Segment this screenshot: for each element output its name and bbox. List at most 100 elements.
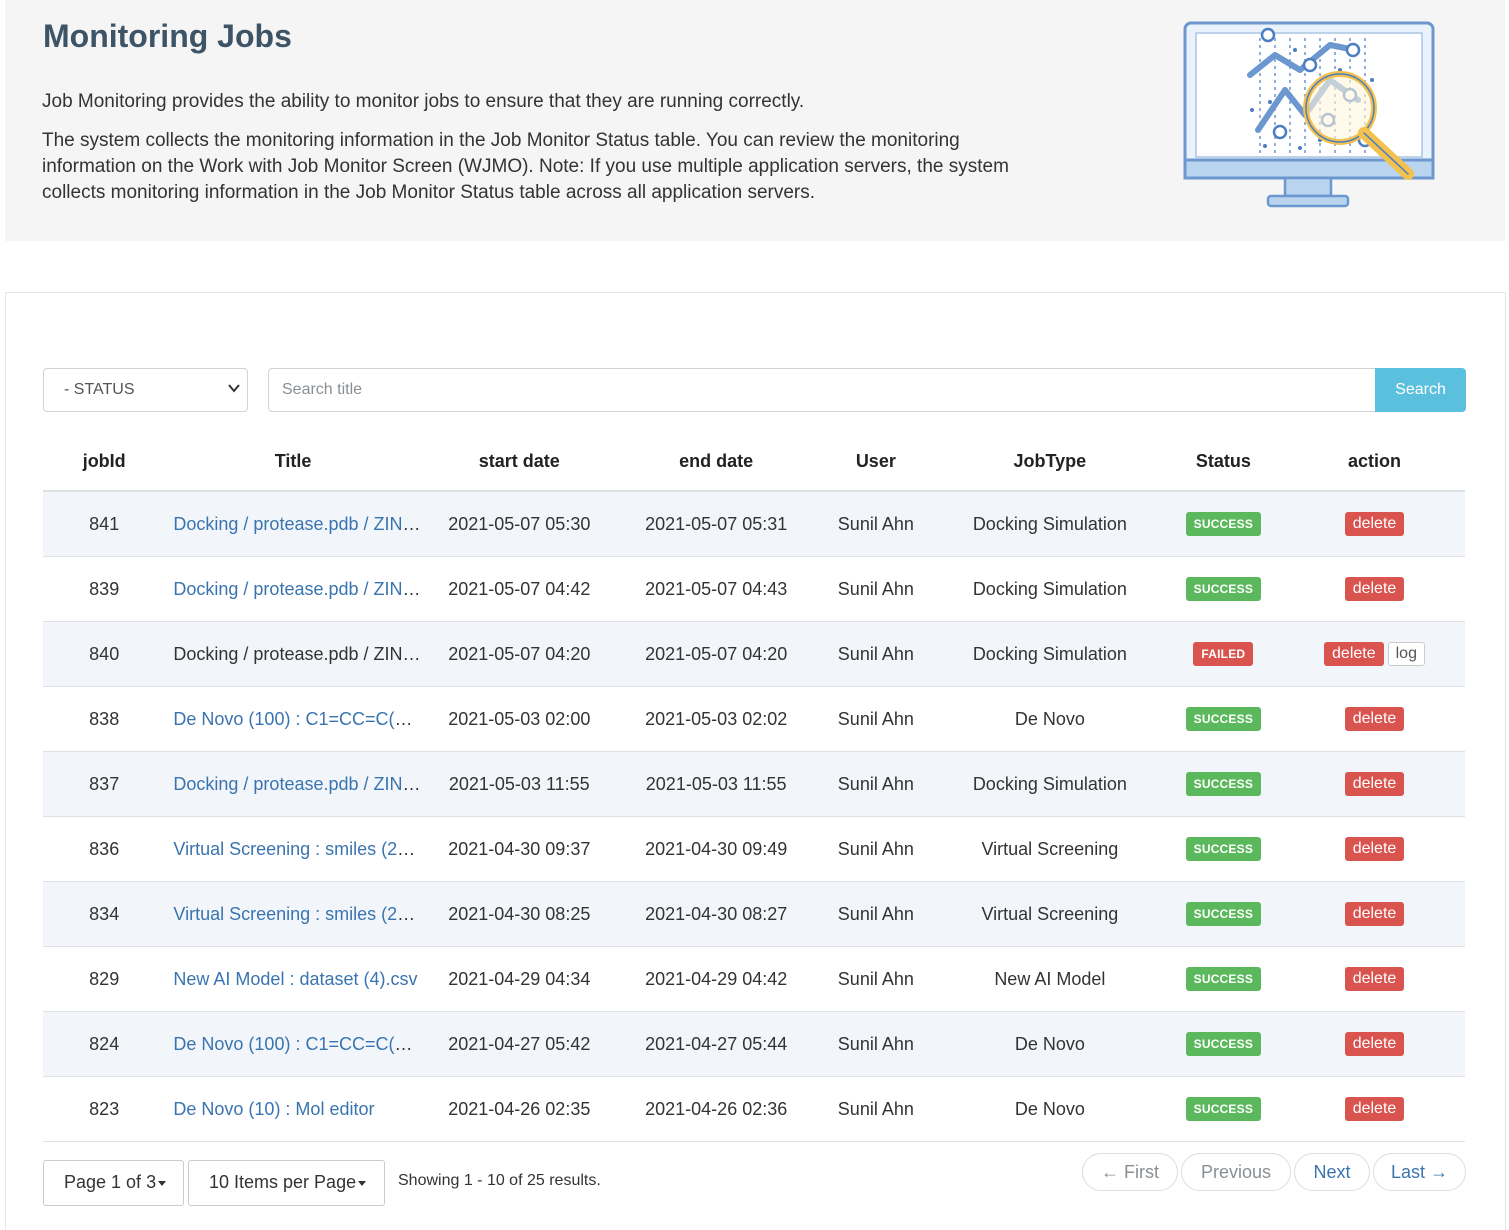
job-title-link[interactable]: Virtual Screening : smiles (2).csv / … [173,839,420,859]
table-row: 834 Virtual Screening : smiles (2).csv /… [43,881,1465,947]
page-title: Monitoring Jobs [43,18,292,54]
delete-button[interactable]: delete [1344,967,1405,991]
delete-button[interactable]: delete [1344,577,1405,601]
job-title-link[interactable]: New AI Model : dataset (4).csv [173,969,417,989]
status-filter-value: - STATUS [64,381,135,398]
next-page-button[interactable]: Next [1294,1153,1370,1191]
cell-jobtype: De Novo [937,1076,1163,1142]
cell-jobtype: Docking Simulation [937,491,1163,557]
intro-text: Job Monitoring provides the ability to m… [42,91,805,112]
status-filter-select[interactable]: - STATUS [43,368,248,412]
cell-end-date: 2021-04-29 04:42 [617,946,815,1012]
table-row: 824 De Novo (100) : C1=CC=C(C=C1)C… 2021… [43,1011,1465,1077]
cell-start-date: 2021-05-07 05:30 [420,491,618,557]
items-per-page-label: 10 Items per Page [209,1172,357,1192]
items-per-page-dropdown[interactable]: 10 Items per Page [188,1160,385,1206]
cell-start-date: 2021-04-26 02:35 [420,1076,618,1142]
header-jobtype[interactable]: JobType [937,432,1163,492]
delete-button[interactable]: delete [1344,1097,1405,1121]
job-title-link[interactable]: Docking / protease.pdb / ZINC000… [173,774,420,794]
caret-down-icon [158,1180,167,1186]
header-title[interactable]: Title [165,432,421,492]
status-badge: FAILED [1193,642,1254,666]
delete-button[interactable]: delete [1344,707,1405,731]
previous-page-button[interactable]: Previous [1181,1153,1291,1191]
delete-button[interactable]: delete [1344,902,1405,926]
header-start-date[interactable]: start date [420,432,618,492]
status-badge: SUCCESS [1185,902,1262,926]
job-title-text: Docking / protease.pdb / ZINC000… [173,643,420,664]
cell-user: Sunil Ahn [814,1076,938,1142]
last-page-button[interactable]: Last → [1373,1153,1466,1191]
cell-jobtype: Docking Simulation [937,556,1163,622]
table-row: 840 Docking / protease.pdb / ZINC000… 20… [43,621,1465,687]
cell-end-date: 2021-04-26 02:36 [617,1076,815,1142]
delete-button[interactable]: delete [1344,512,1405,536]
job-title-link[interactable]: Docking / protease.pdb / ZINC000… [173,579,420,599]
cell-jobtype: Virtual Screening [937,881,1163,947]
cell-end-date: 2021-04-30 09:49 [617,816,815,882]
job-title-link[interactable]: De Novo (100) : C1=CC=C(C=C1)C… [173,709,420,729]
cell-end-date: 2021-05-03 02:02 [617,686,815,752]
job-title-link[interactable]: De Novo (10) : Mol editor [173,1099,374,1119]
table-row: 838 De Novo (100) : C1=CC=C(C=C1)C… 2021… [43,686,1465,752]
table-row: 837 Docking / protease.pdb / ZINC000… 20… [43,751,1465,817]
job-title-link[interactable]: Virtual Screening : smiles (2).csv / … [173,904,420,924]
cell-jobid: 837 [43,751,166,817]
cell-jobid: 841 [43,491,166,557]
chevron-down-icon [228,384,240,393]
page-header: Monitoring Jobs Job Monitoring provides … [5,0,1505,241]
cell-start-date: 2021-04-27 05:42 [420,1011,618,1077]
cell-start-date: 2021-05-07 04:42 [420,556,618,622]
first-page-button[interactable]: ← First [1082,1153,1178,1191]
cell-end-date: 2021-05-07 04:20 [617,621,815,687]
cell-user: Sunil Ahn [814,816,938,882]
job-title-link[interactable]: De Novo (100) : C1=CC=C(C=C1)C… [173,1034,420,1054]
table-row: 829 New AI Model : dataset (4).csv 2021-… [43,946,1465,1012]
job-title-link[interactable]: Docking / protease.pdb / ZINC000… [173,514,420,534]
search-title-input[interactable] [268,368,1376,412]
status-badge: SUCCESS [1185,1097,1262,1121]
cell-start-date: 2021-05-03 11:55 [420,751,618,817]
delete-button[interactable]: delete [1344,837,1405,861]
cell-jobid: 834 [43,881,166,947]
monitor-analytics-magnifier-icon [1183,21,1435,208]
cell-start-date: 2021-05-03 02:00 [420,686,618,752]
status-badge: SUCCESS [1185,837,1262,861]
cell-jobtype: Docking Simulation [937,751,1163,817]
cell-jobtype: Virtual Screening [937,816,1163,882]
cell-jobid: 840 [43,621,166,687]
cell-jobid: 823 [43,1076,166,1142]
cell-user: Sunil Ahn [814,1011,938,1077]
cell-start-date: 2021-04-30 09:37 [420,816,618,882]
status-badge: SUCCESS [1185,512,1262,536]
cell-end-date: 2021-05-03 11:55 [617,751,815,817]
cell-user: Sunil Ahn [814,621,938,687]
table-row: 841 Docking / protease.pdb / ZINC000… 20… [43,491,1465,557]
status-badge: SUCCESS [1185,1032,1262,1056]
cell-jobtype: Docking Simulation [937,621,1163,687]
cell-user: Sunil Ahn [814,556,938,622]
delete-button[interactable]: delete [1344,772,1405,796]
page-select-dropdown[interactable]: Page 1 of 3 [43,1160,184,1206]
status-badge: SUCCESS [1185,577,1262,601]
delete-button[interactable]: delete [1344,1032,1405,1056]
status-badge: SUCCESS [1185,967,1262,991]
log-button[interactable]: log [1387,642,1425,666]
header-end-date[interactable]: end date [617,432,815,492]
header-jobid[interactable]: jobId [43,432,166,492]
cell-jobid: 836 [43,816,166,882]
search-button[interactable]: Search [1375,368,1466,412]
cell-user: Sunil Ahn [814,686,938,752]
page-select-label: Page 1 of 3 [64,1172,157,1192]
delete-button[interactable]: delete [1324,642,1384,666]
results-summary: Showing 1 - 10 of 25 results. [398,1172,601,1189]
cell-user: Sunil Ahn [814,491,938,557]
header-status[interactable]: Status [1162,432,1284,492]
status-badge: SUCCESS [1185,772,1262,796]
table-header-row: jobId Title start date end date User Job… [43,432,1465,492]
header-action: action [1284,432,1465,492]
cell-jobid: 839 [43,556,166,622]
details-text: The system collects the monitoring infor… [42,130,1009,203]
header-user[interactable]: User [814,432,938,492]
